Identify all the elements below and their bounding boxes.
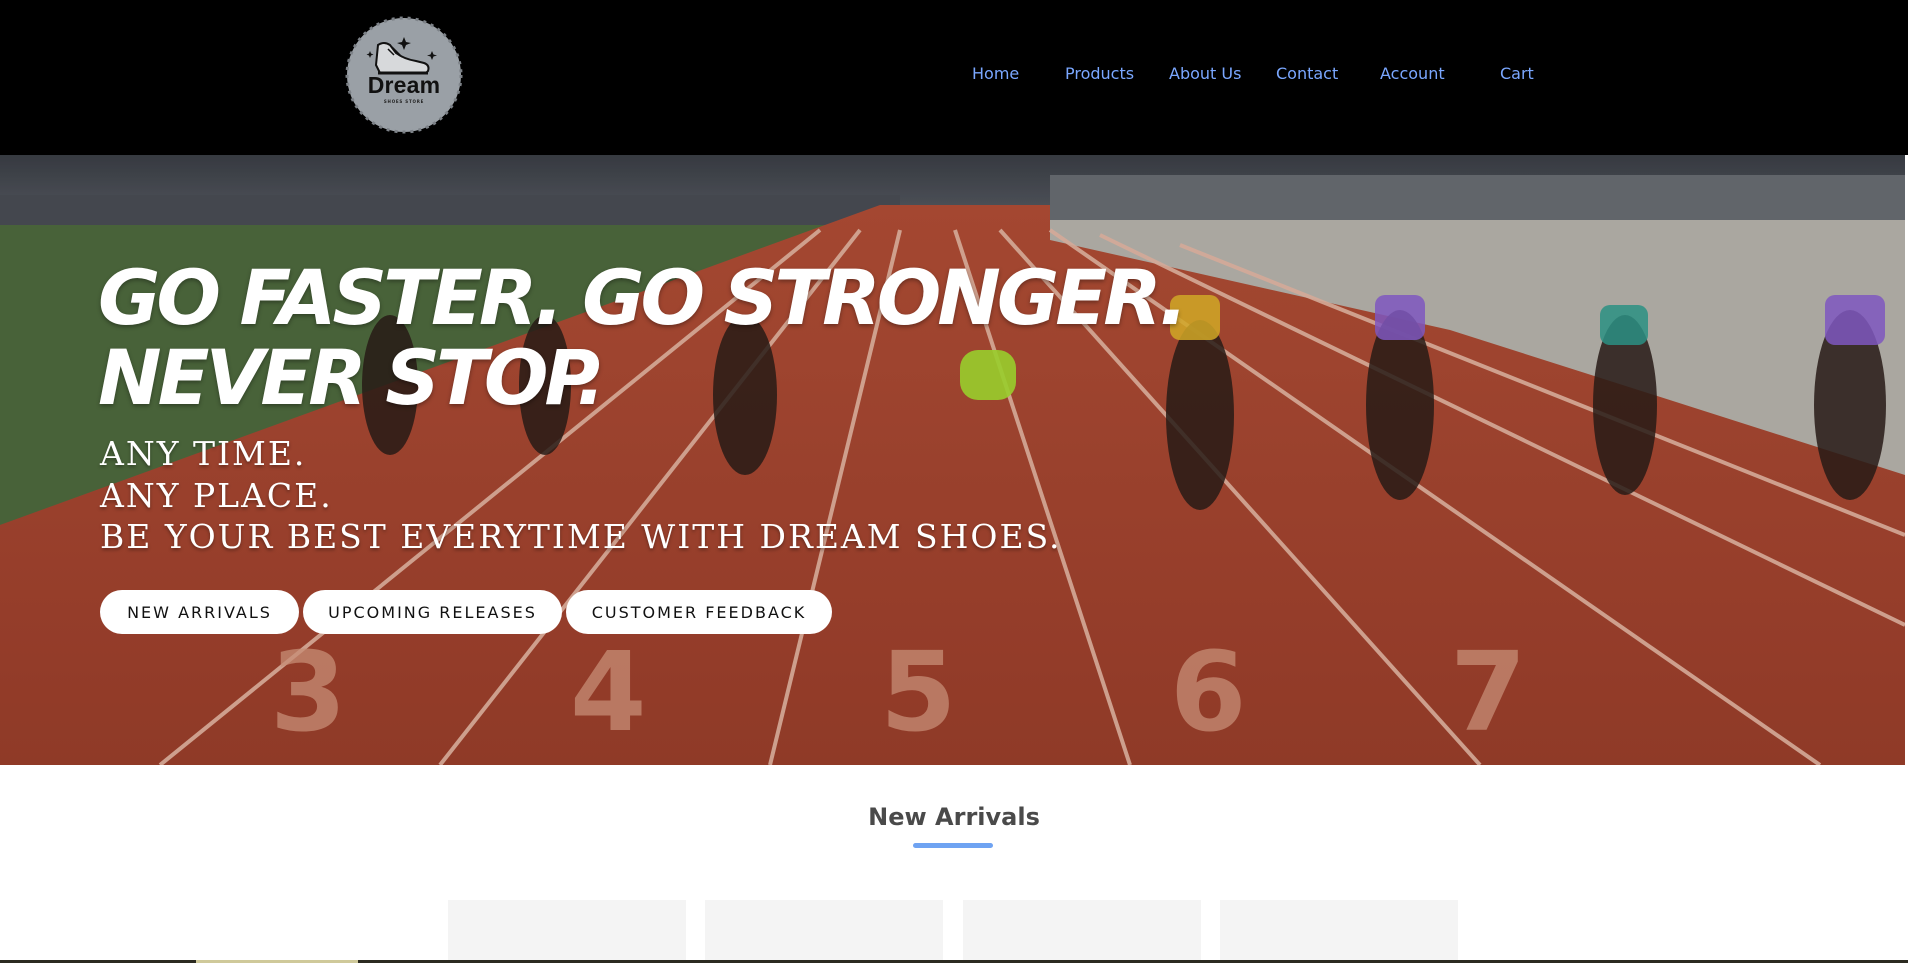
nav-link-account[interactable]: Account <box>1380 64 1445 83</box>
main-nav: Home Products About Us Contact Account C… <box>0 64 1908 88</box>
hero-tagline-line-3: BE YOUR BEST EVERYTIME WITH DREAM SHOES. <box>100 517 1062 556</box>
hero-headline-line-1: GO FASTER. GO STRONGER. <box>98 253 1188 342</box>
product-card[interactable] <box>1220 900 1458 963</box>
hero-tagline-line-1: ANY TIME. <box>100 434 307 473</box>
new-arrivals-heading: New Arrivals <box>868 803 1040 831</box>
site-header: Dream SHOES STORE Home Products About Us… <box>0 0 1908 155</box>
nav-link-about-us[interactable]: About Us <box>1169 64 1241 83</box>
nav-link-products[interactable]: Products <box>1065 64 1134 83</box>
product-card[interactable] <box>963 900 1201 963</box>
nav-link-contact[interactable]: Contact <box>1276 64 1338 83</box>
hero-headline-line-2: NEVER STOP. <box>98 333 605 422</box>
new-arrivals-button[interactable]: NEW ARRIVALS <box>100 590 299 634</box>
product-card[interactable] <box>705 900 943 963</box>
hero-tagline-line-2: ANY PLACE. <box>100 476 333 515</box>
logo-subtext: SHOES STORE <box>383 99 425 104</box>
upcoming-releases-button[interactable]: UPCOMING RELEASES <box>303 590 562 634</box>
product-card[interactable] <box>448 900 686 963</box>
nav-link-cart[interactable]: Cart <box>1500 64 1534 83</box>
nav-link-home[interactable]: Home <box>972 64 1019 83</box>
heading-underline <box>913 843 993 848</box>
customer-feedback-button[interactable]: CUSTOMER FEEDBACK <box>566 590 832 634</box>
